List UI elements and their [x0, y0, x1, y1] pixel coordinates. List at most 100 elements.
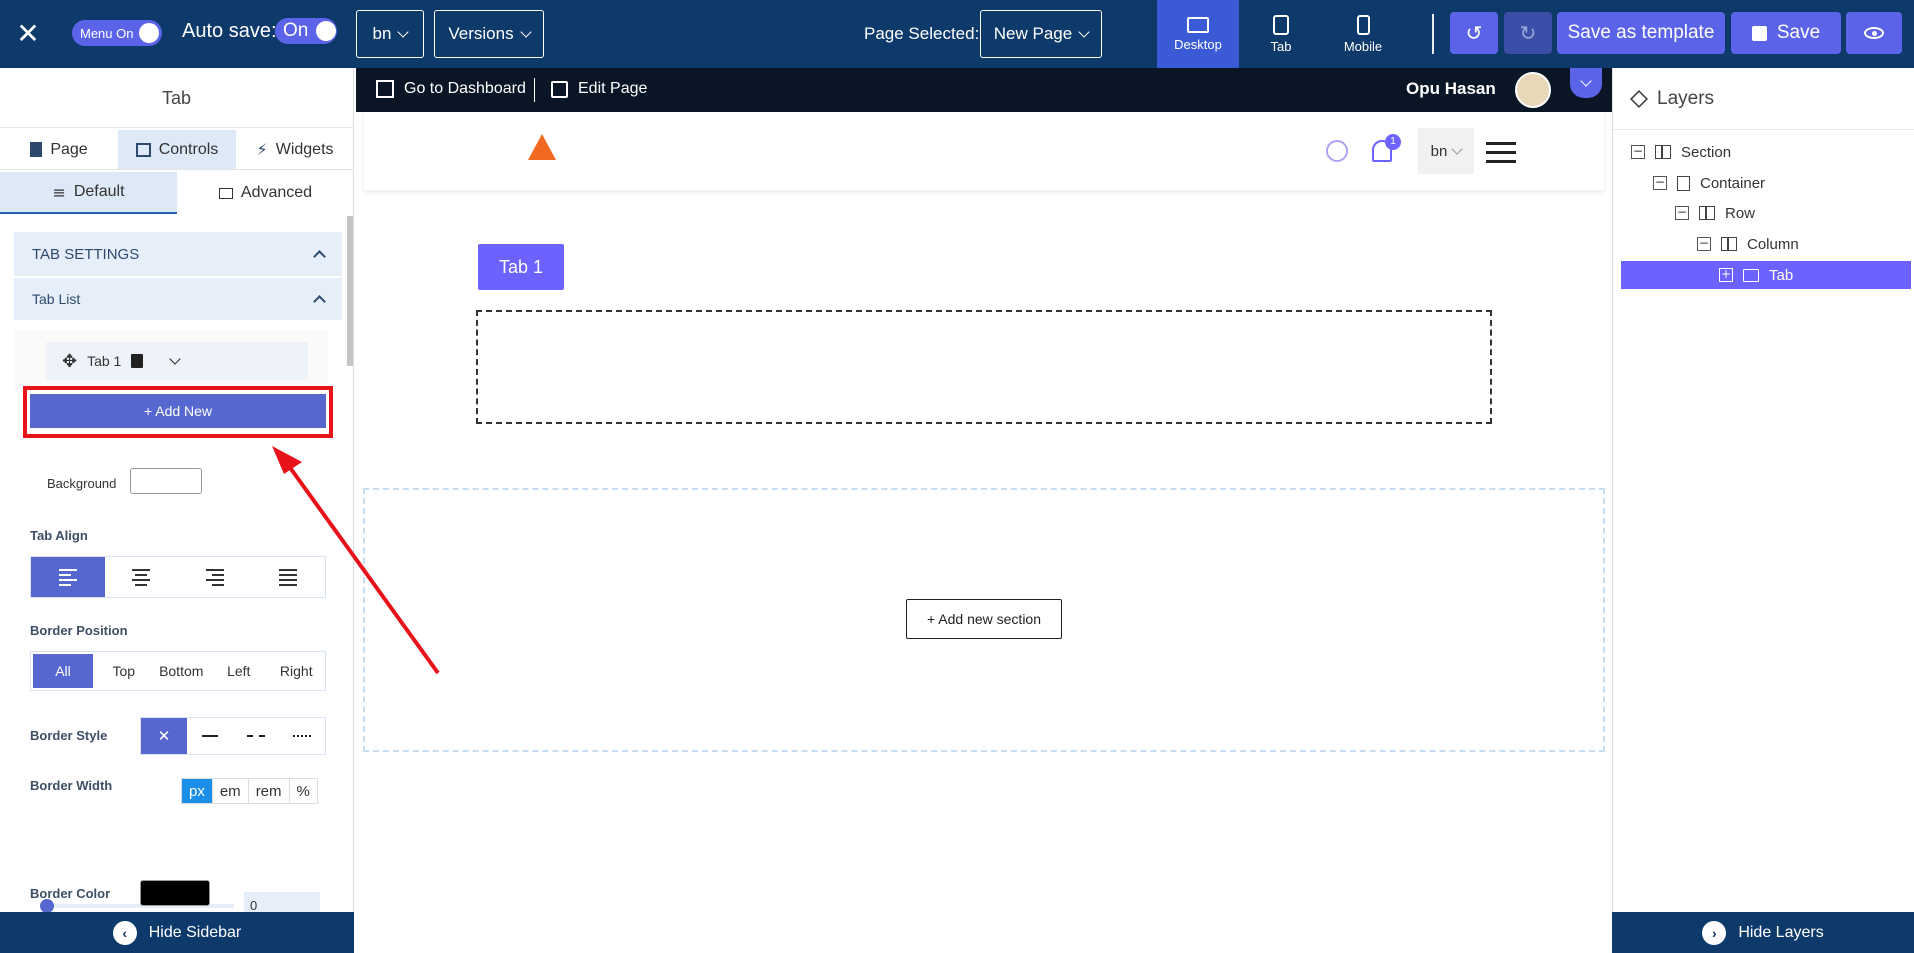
layers-header: Layers	[1613, 68, 1914, 130]
versions-dropdown[interactable]: Versions	[434, 10, 544, 58]
border-style-dotted[interactable]	[279, 718, 325, 754]
edit-page-label: Edit Page	[578, 80, 648, 97]
move-icon[interactable]: ✥	[62, 351, 77, 372]
device-mobile-button[interactable]: Mobile	[1322, 0, 1404, 68]
collapse-icon[interactable]: −	[1675, 206, 1689, 220]
tab-1-button[interactable]: Tab 1	[478, 244, 564, 290]
border-position-left[interactable]: Left	[210, 652, 268, 690]
background-color-picker[interactable]	[130, 468, 202, 494]
hide-sidebar-button[interactable]: ‹ Hide Sidebar	[0, 912, 354, 953]
collapse-icon[interactable]: −	[1631, 145, 1645, 159]
edit-page-link[interactable]: Edit Page	[551, 80, 647, 98]
layer-section[interactable]: − Section	[1631, 138, 1731, 166]
chevron-up-icon	[313, 294, 326, 308]
container-icon	[1677, 175, 1690, 191]
menu-toggle[interactable]: Menu On	[72, 20, 162, 46]
chevron-down-icon[interactable]	[169, 353, 182, 365]
border-color-picker[interactable]	[140, 880, 210, 906]
unit-rem[interactable]: rem	[249, 779, 290, 803]
desktop-icon	[1187, 16, 1209, 33]
dashed-line-icon	[247, 735, 265, 737]
chevron-down-icon	[519, 26, 532, 38]
notification-badge: 1	[1385, 134, 1401, 150]
monitor-icon	[218, 187, 233, 199]
chevron-down-icon	[1078, 26, 1090, 38]
user-name: Opu Hasan	[1406, 79, 1496, 98]
subtab-advanced[interactable]: Advanced	[177, 172, 353, 214]
sidebar-title: Tab	[0, 68, 353, 128]
layers-icon	[1629, 89, 1649, 108]
redo-button[interactable]: ↻	[1504, 12, 1552, 54]
page-select-dropdown[interactable]: New Page	[980, 10, 1102, 58]
tab-list-item[interactable]: ✥ Tab 1	[46, 342, 308, 380]
border-style-solid[interactable]	[187, 718, 233, 754]
tab-settings-header[interactable]: TAB SETTINGS	[14, 232, 342, 276]
align-center-button[interactable]	[105, 557, 179, 597]
site-language-dropdown[interactable]: bn	[1418, 128, 1474, 174]
align-right-icon	[205, 568, 224, 586]
unit-percent[interactable]: %	[290, 779, 317, 803]
go-to-dashboard-link[interactable]: Go to Dashboard	[376, 80, 526, 98]
autosave-label: Auto save:	[182, 20, 277, 42]
layer-column[interactable]: − Column	[1697, 230, 1799, 258]
tab-content-dropzone[interactable]	[476, 310, 1492, 424]
section-title: TAB SETTINGS	[32, 245, 140, 263]
tab-list-header[interactable]: Tab List	[14, 278, 342, 320]
tab-widgets[interactable]: ⚡ Widgets	[236, 130, 353, 169]
border-style-none[interactable]: ✕	[141, 718, 187, 754]
border-position-all[interactable]: All	[33, 654, 93, 688]
menu-toggle-label: Menu On	[80, 25, 134, 41]
sidebar-scrollbar[interactable]	[347, 216, 353, 366]
close-icon[interactable]: ✕	[14, 20, 42, 48]
preview-button[interactable]	[1846, 12, 1902, 54]
language-dropdown[interactable]: bn	[356, 10, 424, 58]
border-position-label: Border Position	[30, 623, 128, 638]
device-label: Tab	[1270, 38, 1292, 54]
subtab-default[interactable]: ≡ Default	[0, 172, 177, 214]
hamburger-menu-icon[interactable]	[1486, 142, 1516, 163]
tab-page[interactable]: Page	[0, 130, 118, 169]
add-new-tab-button[interactable]: + Add New	[30, 394, 326, 428]
columns-icon	[1699, 206, 1715, 220]
unit-em[interactable]: em	[213, 779, 249, 803]
tab-list-title: Tab List	[32, 291, 81, 307]
editor-header: Go to Dashboard Edit Page Opu Hasan	[356, 68, 1612, 112]
hide-layers-button[interactable]: › Hide Layers	[1612, 912, 1914, 953]
eye-icon	[1864, 27, 1884, 39]
plug-icon: ⚡	[256, 140, 268, 159]
layer-container[interactable]: − Container	[1653, 169, 1765, 197]
chevron-right-icon: ›	[1702, 920, 1727, 945]
chevron-down-icon	[1580, 75, 1592, 87]
tab-controls[interactable]: Controls	[118, 130, 236, 169]
collapse-icon[interactable]: −	[1653, 176, 1667, 190]
border-style-dashed[interactable]	[233, 718, 279, 754]
slider-handle[interactable]	[40, 899, 54, 913]
expand-icon[interactable]: +	[1719, 268, 1733, 282]
border-position-top[interactable]: Top	[95, 652, 153, 690]
save-button[interactable]: Save	[1731, 12, 1841, 54]
save-as-template-button[interactable]: Save as template	[1557, 12, 1725, 54]
autosave-toggle[interactable]: On	[275, 18, 337, 44]
align-right-button[interactable]	[178, 557, 252, 597]
align-justify-icon	[279, 568, 298, 586]
collapse-icon[interactable]: −	[1697, 237, 1711, 251]
language-value: bn	[372, 24, 392, 43]
avatar[interactable]	[1515, 72, 1551, 108]
trash-icon[interactable]	[131, 354, 144, 368]
sidebar-subtabs: ≡ Default Advanced	[0, 172, 353, 214]
collapse-header-button[interactable]	[1570, 68, 1602, 98]
device-desktop-button[interactable]: Desktop	[1157, 0, 1239, 68]
layers-title: Layers	[1657, 87, 1715, 109]
border-position-bottom[interactable]: Bottom	[153, 652, 211, 690]
dashboard-label: Go to Dashboard	[404, 80, 526, 97]
layer-tab[interactable]: + Tab	[1621, 261, 1911, 289]
border-position-right[interactable]: Right	[268, 652, 326, 690]
undo-button[interactable]: ↺	[1450, 12, 1498, 54]
chat-icon[interactable]	[1326, 140, 1348, 162]
add-new-section-button[interactable]: + Add new section	[906, 599, 1062, 639]
device-tab-button[interactable]: Tab	[1240, 0, 1322, 68]
align-left-button[interactable]	[31, 557, 105, 597]
align-justify-button[interactable]	[252, 557, 326, 597]
layer-row[interactable]: − Row	[1675, 199, 1755, 227]
unit-px[interactable]: px	[182, 779, 213, 803]
